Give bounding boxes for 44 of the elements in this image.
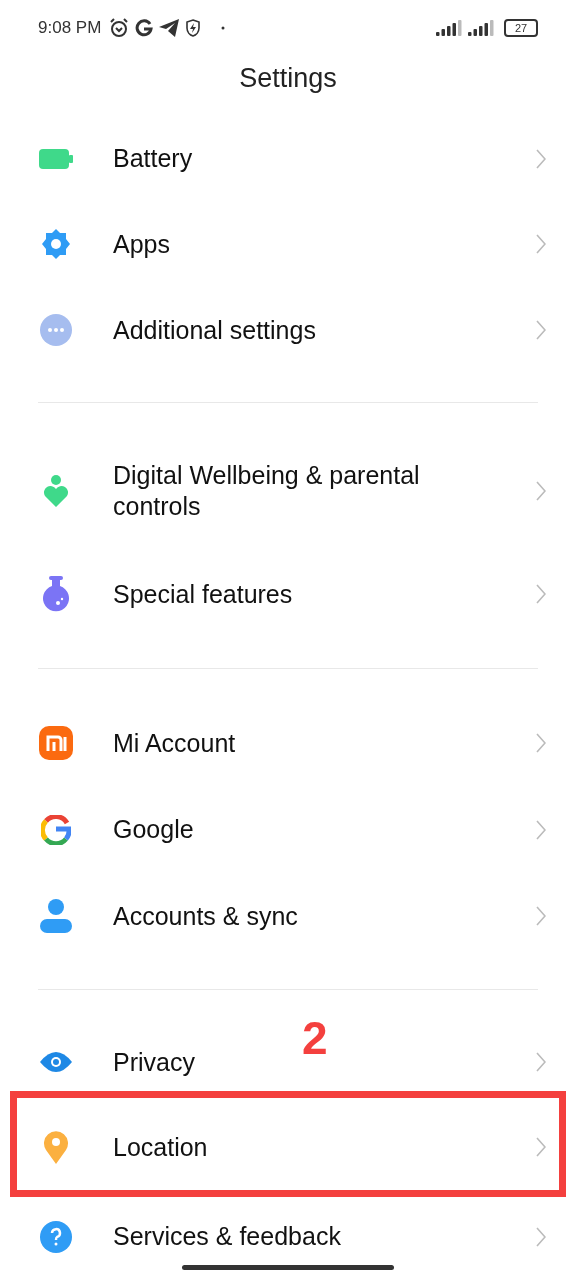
shield-bolt-icon xyxy=(185,18,202,37)
chevron-right-icon xyxy=(536,906,546,927)
chevron-right-icon xyxy=(536,733,546,754)
settings-item-label[interactable]: Apps xyxy=(113,228,170,260)
settings-item-label[interactable]: Accounts & sync xyxy=(113,900,298,932)
location-pin-icon xyxy=(43,1130,69,1165)
settings-item-label[interactable]: Location xyxy=(113,1132,208,1163)
chevron-right-icon xyxy=(536,819,546,840)
settings-item-label[interactable]: Additional settings xyxy=(113,314,316,346)
g-logo-icon xyxy=(135,18,154,37)
chevron-right-icon xyxy=(536,1137,546,1158)
chevron-right-icon xyxy=(536,481,546,502)
person-icon xyxy=(40,899,72,934)
person-heart-icon xyxy=(43,475,69,508)
chevron-right-icon xyxy=(536,148,546,169)
signal-icon xyxy=(436,19,462,36)
settings-icon xyxy=(40,228,72,261)
chevron-right-icon xyxy=(536,320,546,341)
settings-item-label[interactable]: Special features xyxy=(113,578,293,610)
flask-icon xyxy=(41,576,71,613)
chevron-right-icon xyxy=(536,234,546,255)
help-icon xyxy=(40,1221,72,1253)
more-icon xyxy=(40,314,72,347)
logo-icon xyxy=(39,726,73,761)
settings-item-label[interactable]: Privacy xyxy=(113,1047,195,1078)
settings-item-label[interactable]: Google xyxy=(113,814,194,846)
settings-item-label[interactable]: Battery xyxy=(113,143,193,175)
signal-icon xyxy=(468,19,494,36)
step-number: 2 xyxy=(302,1013,328,1063)
dot-icon xyxy=(221,25,226,30)
status-time: 9:08 PM xyxy=(38,17,102,38)
settings-item-label[interactable]: Mi Account xyxy=(113,727,236,759)
alarm-clock-icon xyxy=(109,17,130,38)
chevron-right-icon xyxy=(536,1052,546,1073)
battery-level: 27 xyxy=(504,18,538,37)
settings-item-label[interactable]: Digital Wellbeing & parental controls xyxy=(113,460,453,523)
eye-icon xyxy=(40,1052,72,1073)
battery-icon xyxy=(39,148,73,169)
settings-item-label[interactable]: Services & feedback xyxy=(113,1221,341,1253)
paper-plane-icon xyxy=(159,18,180,37)
chevron-right-icon xyxy=(536,1227,546,1247)
chevron-right-icon xyxy=(536,584,546,605)
google-logo-icon xyxy=(41,814,71,845)
page-title: Settings xyxy=(238,63,338,95)
